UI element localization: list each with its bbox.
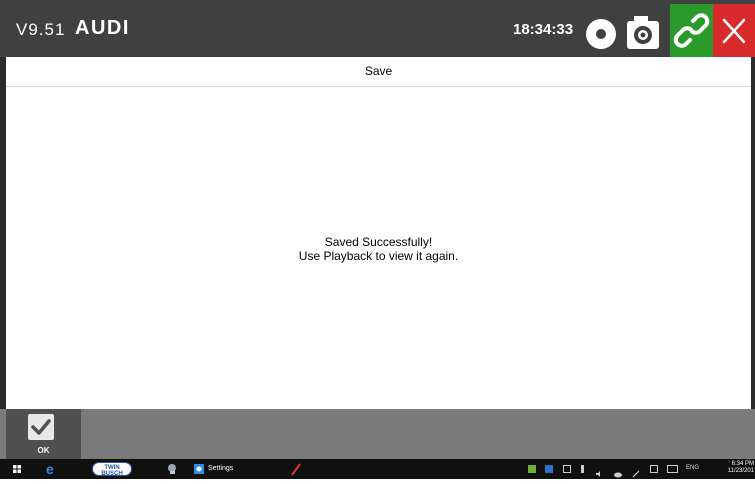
page-title: Save bbox=[364, 64, 393, 78]
bluetooth-icon[interactable] bbox=[581, 465, 584, 473]
brush-icon bbox=[291, 463, 301, 476]
taskbar-settings[interactable]: Settings bbox=[194, 459, 242, 479]
os-taskbar: e TWIN BUSCH Settings ENG 6:34 PM 11/23/… bbox=[0, 459, 755, 479]
taskbar-date: 11/23/201 bbox=[727, 468, 754, 474]
ok-button[interactable]: OK bbox=[6, 409, 81, 459]
status-message-line1: Saved Successfully! bbox=[324, 235, 433, 249]
notifications-icon[interactable] bbox=[650, 465, 658, 473]
taskbar-app[interactable] bbox=[165, 459, 179, 479]
taskbar-paint[interactable] bbox=[290, 459, 302, 479]
windows-icon bbox=[13, 465, 21, 473]
status-message: Saved Successfully! Use Playback to view… bbox=[6, 235, 751, 263]
app-icon bbox=[168, 464, 176, 474]
status-message-line2: Use Playback to view it again. bbox=[298, 249, 459, 263]
vehicle-make: AUDI bbox=[75, 17, 130, 39]
close-button[interactable] bbox=[713, 4, 755, 57]
settings-icon bbox=[194, 464, 204, 474]
record-icon bbox=[586, 19, 616, 49]
ok-label: OK bbox=[37, 446, 50, 455]
tray-app-icon[interactable] bbox=[545, 465, 553, 473]
app-version: V9.51 bbox=[16, 20, 66, 39]
pen-icon[interactable] bbox=[632, 465, 640, 478]
camera-icon bbox=[627, 16, 659, 49]
main-content: Saved Successfully! Use Playback to view… bbox=[6, 87, 751, 409]
bottom-toolbar bbox=[0, 409, 755, 459]
brand-badge: TWIN BUSCH bbox=[101, 465, 123, 477]
volume-icon[interactable] bbox=[596, 465, 604, 477]
taskbar-clock[interactable]: 6:34 PM 11/23/201 bbox=[707, 461, 755, 475]
title-bar: V9.51 AUDI 18:34:33 bbox=[0, 0, 755, 57]
record-button[interactable] bbox=[584, 17, 618, 51]
screenshot-button[interactable] bbox=[624, 14, 662, 52]
browser-icon: e bbox=[46, 461, 54, 477]
taskbar-edge[interactable]: e bbox=[44, 459, 60, 479]
taskbar-settings-label: Settings bbox=[208, 465, 234, 472]
check-icon bbox=[28, 414, 54, 440]
tray-network-icon[interactable] bbox=[528, 465, 536, 473]
close-icon bbox=[722, 18, 746, 44]
language-indicator[interactable]: ENG bbox=[686, 465, 699, 471]
start-button[interactable] bbox=[10, 459, 24, 479]
taskbar-time: 6:34 PM bbox=[731, 461, 754, 467]
battery-icon[interactable] bbox=[563, 465, 571, 473]
taskbar-twinbusch[interactable]: TWIN BUSCH bbox=[92, 459, 132, 479]
cloud-icon[interactable] bbox=[614, 465, 622, 478]
connection-button[interactable] bbox=[670, 4, 713, 57]
link-icon bbox=[673, 13, 710, 48]
page-header: Save bbox=[6, 57, 751, 87]
svg-text:e: e bbox=[46, 461, 54, 477]
keyboard-icon[interactable] bbox=[667, 465, 678, 473]
window-frame-right bbox=[751, 0, 755, 461]
clock: 18:34:33 bbox=[513, 21, 574, 38]
